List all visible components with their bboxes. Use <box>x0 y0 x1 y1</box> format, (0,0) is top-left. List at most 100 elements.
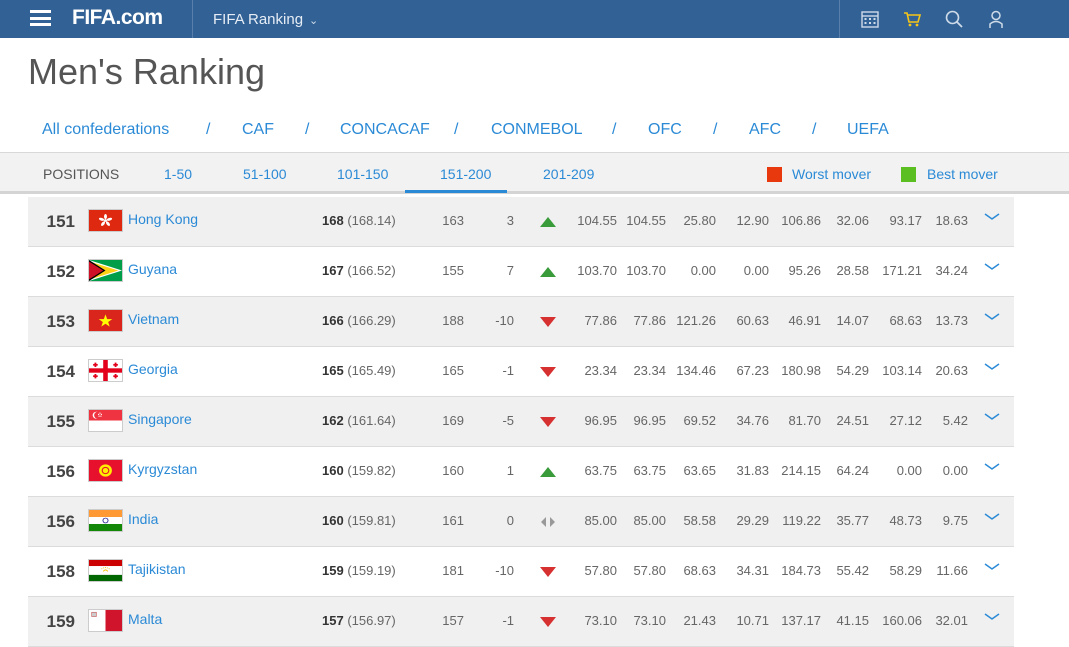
cell-c3: 69.52 <box>683 413 716 428</box>
table-row[interactable]: 156 Kyrgyzstan 160 (159.82) 160 1 63.75 63.75 6… <box>28 447 1014 497</box>
confed-uefa[interactable]: UEFA <box>847 121 889 139</box>
country-link[interactable]: Singapore <box>128 411 192 427</box>
cell-c1: 77.86 <box>584 313 617 328</box>
confed-conmebol[interactable]: CONMEBOL <box>491 121 583 139</box>
cell-c5: 184.73 <box>781 563 821 578</box>
cell-c5: 95.26 <box>788 263 821 278</box>
country-link[interactable]: Guyana <box>128 261 177 277</box>
kyrgyzstan-flag <box>88 459 123 482</box>
table-row[interactable]: 154 Georgia 165 (165.49) 165 -1 23.34 23.34 134… <box>28 347 1014 397</box>
country-link[interactable]: Vietnam <box>128 311 179 327</box>
calendar-icon[interactable] <box>860 9 880 29</box>
cell-c5: 137.17 <box>781 613 821 628</box>
points-exact: (159.82) <box>343 463 396 478</box>
chevron-down-icon[interactable] <box>983 361 1001 373</box>
tab-101-150[interactable]: 101-150 <box>337 166 388 182</box>
cell-c8: 5.42 <box>942 413 968 428</box>
cell-change: 1 <box>506 463 514 478</box>
country-link[interactable]: Malta <box>128 611 162 627</box>
tab-151-200[interactable]: 151-200 <box>440 166 491 182</box>
arrow-down-icon <box>540 567 556 577</box>
tab-1-50[interactable]: 1-50 <box>164 166 192 182</box>
menu-icon[interactable] <box>30 10 51 26</box>
cell-change: -1 <box>502 613 514 628</box>
cell-c5: 214.15 <box>781 463 821 478</box>
confed-ofc[interactable]: OFC <box>648 121 682 139</box>
points-rounded: 166 <box>322 313 344 328</box>
table-row[interactable]: 151 Hong Kong 168 (168.14) 163 3 104.55 104.55… <box>28 197 1014 247</box>
cell-prev-points: 163 <box>442 213 464 228</box>
table-row[interactable]: 152 Guyana 167 (166.52) 155 7 103.70 103.70 0.0… <box>28 247 1014 297</box>
rank-number: 154 <box>46 362 75 381</box>
total-points: 160 (159.81) <box>322 513 396 528</box>
total-points: 160 (159.82) <box>322 463 396 478</box>
cell-c7: 27.12 <box>889 413 922 428</box>
rank-number: 159 <box>46 612 75 631</box>
divider <box>192 0 193 38</box>
user-icon[interactable] <box>986 9 1006 29</box>
chevron-down-icon[interactable] <box>983 561 1001 573</box>
cell-c2: 96.95 <box>633 413 666 428</box>
country-link[interactable]: India <box>128 511 158 527</box>
positions-label: POSITIONS <box>43 166 120 182</box>
country-link[interactable]: Kyrgyzstan <box>128 461 197 477</box>
points-rounded: 162 <box>322 413 344 428</box>
country-link[interactable]: Tajikistan <box>128 561 186 577</box>
cell-c5: 46.91 <box>788 313 821 328</box>
cell-c1: 23.34 <box>584 363 617 378</box>
arrow-down-icon <box>540 617 556 627</box>
separator: / <box>812 121 817 138</box>
table-row[interactable]: 158 Tajikistan 159 (159.19) 181 -10 57.80 57.8… <box>28 547 1014 597</box>
country-link[interactable]: Georgia <box>128 361 178 377</box>
cell-c8: 9.75 <box>942 513 968 528</box>
cell-change: 3 <box>506 213 514 228</box>
chevron-down-icon[interactable] <box>983 211 1001 223</box>
chevron-down-icon[interactable] <box>983 461 1001 473</box>
cell-c2: 73.10 <box>633 613 666 628</box>
tab-51-100[interactable]: 51-100 <box>243 166 287 182</box>
arrow-down-icon <box>540 367 556 377</box>
cell-prev-points: 165 <box>442 363 464 378</box>
section-dropdown[interactable]: FIFA Ranking ⌄ <box>213 11 318 28</box>
cell-c3: 63.65 <box>683 463 716 478</box>
cell-c6: 32.06 <box>836 213 869 228</box>
confed-caf[interactable]: CAF <box>242 121 274 139</box>
best-mover-filter[interactable]: Best mover <box>927 166 998 182</box>
cell-prev-points: 188 <box>442 313 464 328</box>
cell-c5: 180.98 <box>781 363 821 378</box>
fifa-logo[interactable]: FIFA.com <box>72 6 163 30</box>
separator: / <box>305 121 310 138</box>
worst-mover-filter[interactable]: Worst mover <box>792 166 871 182</box>
cell-c2: 77.86 <box>633 313 666 328</box>
cell-c3: 0.00 <box>690 263 716 278</box>
chevron-down-icon[interactable] <box>983 611 1001 623</box>
table-row[interactable]: 159 Malta 157 (156.97) 157 -1 73.10 73.10 21.43… <box>28 597 1014 647</box>
arrow-down-icon <box>540 317 556 327</box>
cart-icon[interactable] <box>902 9 922 29</box>
cell-prev-points: 155 <box>442 263 464 278</box>
rank-number: 156 <box>46 512 75 531</box>
chevron-down-icon[interactable] <box>983 511 1001 523</box>
confed-afc[interactable]: AFC <box>749 121 781 139</box>
confed-concacaf[interactable]: CONCACAF <box>340 121 430 139</box>
chevron-down-icon[interactable] <box>983 311 1001 323</box>
chevron-down-icon[interactable] <box>983 411 1001 423</box>
cell-c7: 171.21 <box>882 263 922 278</box>
table-row[interactable]: 156 India 160 (159.81) 161 0 85.00 85.00 58.58 2… <box>28 497 1014 547</box>
points-exact: (166.29) <box>343 313 396 328</box>
guyana-flag <box>88 259 123 282</box>
country-link[interactable]: Hong Kong <box>128 211 198 227</box>
points-rounded: 167 <box>322 263 344 278</box>
table-row[interactable]: 155 Singapore 162 (161.64) 169 -5 96.95 96.95 6… <box>28 397 1014 447</box>
cell-change: -10 <box>495 313 514 328</box>
chevron-down-icon[interactable] <box>983 261 1001 273</box>
tab-201-209[interactable]: 201-209 <box>543 166 594 182</box>
search-icon[interactable] <box>944 9 964 29</box>
worst-mover-swatch <box>767 167 782 182</box>
total-points: 157 (156.97) <box>322 613 396 628</box>
points-rounded: 157 <box>322 613 344 628</box>
cell-c8: 13.73 <box>935 313 968 328</box>
table-row[interactable]: 153 Vietnam 166 (166.29) 188 -10 77.86 77.86 12… <box>28 297 1014 347</box>
cell-c8: 32.01 <box>935 613 968 628</box>
confed-all[interactable]: All confederations <box>42 121 169 139</box>
